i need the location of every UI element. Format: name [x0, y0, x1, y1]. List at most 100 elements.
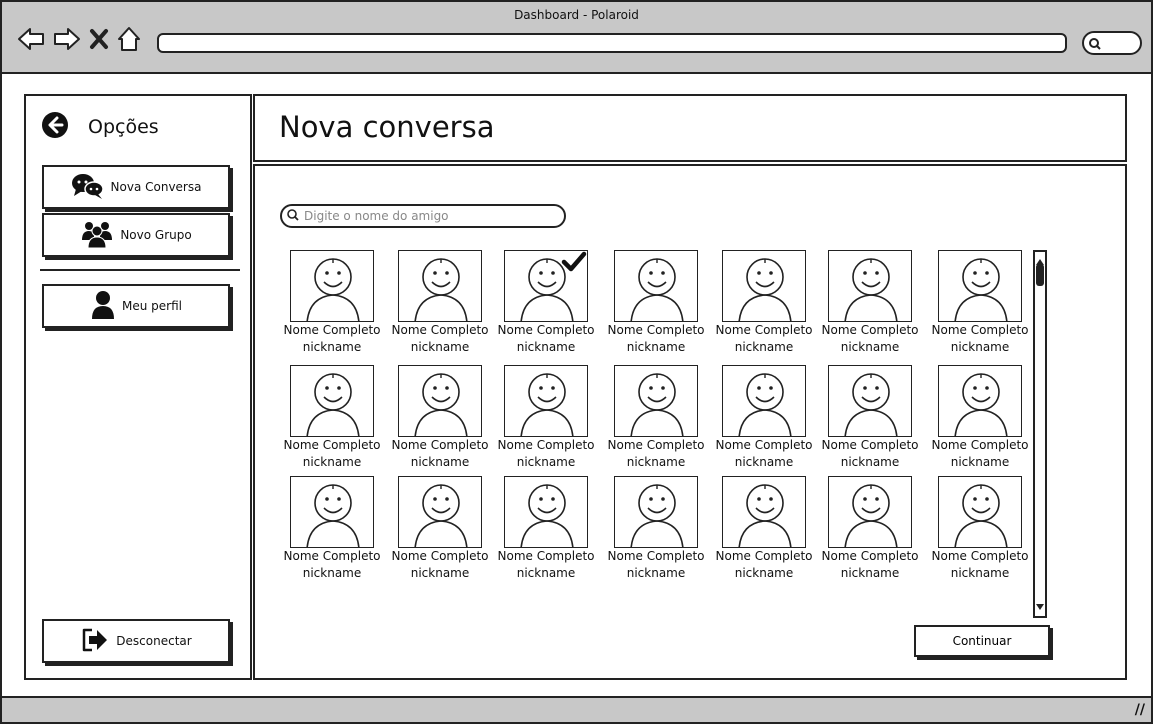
friend-nickname: nickname: [950, 455, 1010, 469]
sidebar-item-label: Novo Grupo: [120, 228, 192, 242]
friend-name: Nome Completo: [715, 323, 813, 337]
friend-name: Nome Completo: [821, 323, 919, 337]
friend-name: Nome Completo: [391, 549, 489, 563]
friend-card[interactable]: Nome Completo nickname: [603, 365, 709, 471]
friend-avatar: [938, 476, 1022, 548]
friend-card[interactable]: Nome Completo nickname: [603, 476, 709, 582]
friend-card[interactable]: Nome Completo nickname: [279, 365, 385, 471]
friend-nickname: nickname: [950, 340, 1010, 354]
friend-name: Nome Completo: [607, 438, 705, 452]
friend-nickname: nickname: [734, 566, 794, 580]
friend-avatar: [504, 365, 588, 437]
friend-card[interactable]: Nome Completo nickname: [711, 365, 817, 471]
friend-name: Nome Completo: [931, 549, 1029, 563]
friend-name: Nome Completo: [607, 549, 705, 563]
continue-button[interactable]: Continuar: [914, 625, 1050, 657]
friend-card[interactable]: Nome Completo nickname: [279, 476, 385, 582]
resize-grip-icon[interactable]: //: [1135, 702, 1145, 718]
sidebar-header: Opções: [40, 110, 159, 144]
friend-nickname: nickname: [734, 340, 794, 354]
friend-nickname: nickname: [626, 566, 686, 580]
logout-icon: [80, 626, 110, 657]
sidebar-title: Opções: [88, 116, 159, 138]
friend-avatar: [828, 250, 912, 322]
forward-arrow-icon[interactable]: [52, 24, 82, 58]
friend-card[interactable]: Nome Completo nickname: [279, 250, 385, 356]
friend-search[interactable]: [280, 204, 566, 228]
sidebar-item-label: Meu perfil: [122, 299, 182, 313]
friend-avatar: [398, 250, 482, 322]
friend-card[interactable]: Nome Completo nickname: [493, 250, 599, 356]
friend-avatar: [722, 250, 806, 322]
friend-name: Nome Completo: [715, 549, 813, 563]
window-title: Dashboard - Polaroid: [514, 8, 639, 22]
friend-nickname: nickname: [734, 455, 794, 469]
logout-button[interactable]: Desconectar: [42, 619, 230, 663]
friend-avatar: [398, 476, 482, 548]
friend-name: Nome Completo: [497, 323, 595, 337]
sidebar-item-novo-grupo[interactable]: Novo Grupo: [42, 213, 230, 257]
scrollbar-thumb[interactable]: [1036, 264, 1044, 286]
vertical-scrollbar[interactable]: [1033, 250, 1047, 618]
browser-toolbar: Dashboard - Polaroid: [2, 2, 1151, 74]
friend-nickname: nickname: [302, 566, 362, 580]
status-bar: //: [2, 696, 1151, 722]
back-circle-icon[interactable]: [40, 110, 70, 144]
friend-card[interactable]: Nome Completo nickname: [817, 476, 923, 582]
page-header: Nova conversa: [253, 94, 1127, 162]
friend-card[interactable]: Nome Completo nickname: [387, 476, 493, 582]
friend-name: Nome Completo: [715, 438, 813, 452]
close-icon[interactable]: [88, 24, 110, 58]
browser-search[interactable]: [1082, 31, 1142, 55]
back-arrow-icon[interactable]: [16, 24, 46, 58]
sidebar: Opções Nova Conversa Novo Grupo Meu perf…: [24, 94, 252, 680]
friend-nickname: nickname: [302, 455, 362, 469]
friend-avatar: [938, 365, 1022, 437]
friend-card[interactable]: Nome Completo nickname: [387, 365, 493, 471]
friend-avatar: [398, 365, 482, 437]
friend-nickname: nickname: [626, 340, 686, 354]
checkmark-icon: [561, 251, 587, 277]
friend-nickname: nickname: [626, 455, 686, 469]
page-title: Nova conversa: [279, 110, 495, 144]
friend-nickname: nickname: [840, 455, 900, 469]
home-icon[interactable]: [116, 24, 142, 58]
friend-card[interactable]: Nome Completo nickname: [493, 476, 599, 582]
friend-picker-panel: Nome Completo nickname Nome Completo nickna…: [253, 164, 1127, 680]
friend-card[interactable]: Nome Completo nickname: [817, 365, 923, 471]
friend-nickname: nickname: [410, 340, 470, 354]
friend-card[interactable]: Nome Completo nickname: [927, 250, 1033, 356]
friend-name: Nome Completo: [283, 549, 381, 563]
friend-card[interactable]: Nome Completo nickname: [927, 476, 1033, 582]
friend-nickname: nickname: [840, 340, 900, 354]
friend-avatar: [828, 365, 912, 437]
friend-avatar: [504, 476, 588, 548]
friend-card[interactable]: Nome Completo nickname: [711, 250, 817, 356]
friend-search-input[interactable]: [304, 209, 554, 223]
friend-card[interactable]: Nome Completo nickname: [927, 365, 1033, 471]
friend-card[interactable]: Nome Completo nickname: [603, 250, 709, 356]
address-bar[interactable]: [157, 33, 1067, 53]
friend-name: Nome Completo: [391, 438, 489, 452]
friend-avatar: [290, 476, 374, 548]
logout-label: Desconectar: [116, 634, 192, 648]
sidebar-item-meu-perfil[interactable]: Meu perfil: [42, 284, 230, 328]
sidebar-item-nova-conversa[interactable]: Nova Conversa: [42, 165, 230, 209]
friend-name: Nome Completo: [497, 438, 595, 452]
friend-card[interactable]: Nome Completo nickname: [817, 250, 923, 356]
friend-nickname: nickname: [302, 340, 362, 354]
scroll-down-icon[interactable]: [1035, 597, 1045, 616]
friend-avatar: [614, 476, 698, 548]
friend-avatar: [722, 476, 806, 548]
friend-name: Nome Completo: [821, 438, 919, 452]
friend-card[interactable]: Nome Completo nickname: [493, 365, 599, 471]
user-icon: [90, 290, 116, 323]
friend-card[interactable]: Nome Completo nickname: [711, 476, 817, 582]
friend-nickname: nickname: [410, 566, 470, 580]
friend-name: Nome Completo: [283, 323, 381, 337]
friend-avatar: [290, 250, 374, 322]
friend-card[interactable]: Nome Completo nickname: [387, 250, 493, 356]
friend-name: Nome Completo: [931, 438, 1029, 452]
friend-avatar: [504, 250, 588, 322]
friend-avatar: [614, 365, 698, 437]
